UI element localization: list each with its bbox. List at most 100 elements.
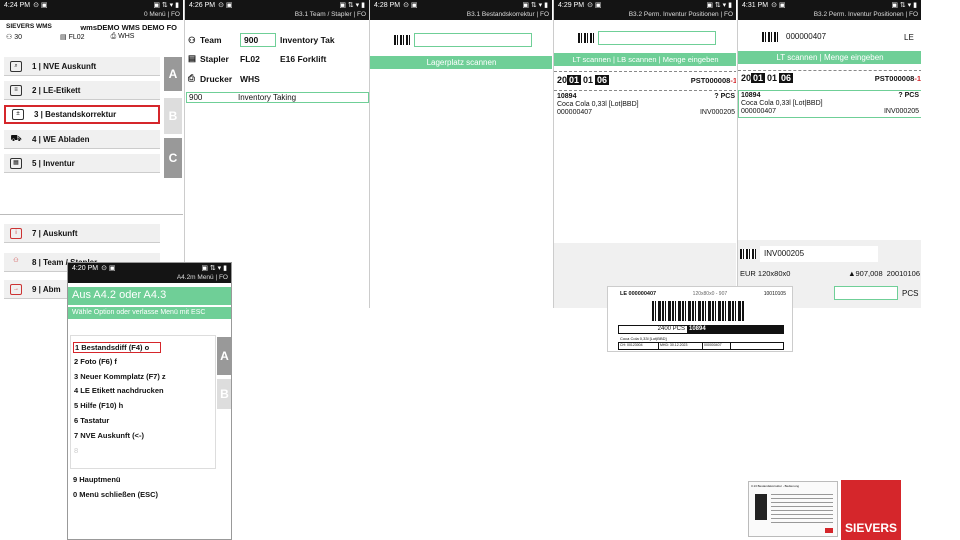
tab-a[interactable]: A (164, 57, 182, 91)
article-number: 10894 (557, 93, 577, 100)
tab-a[interactable]: A (217, 337, 231, 375)
team-input[interactable]: 900 (240, 33, 276, 47)
notification-icon: ⊙ ▣ (771, 2, 786, 9)
status-bar: 4:29 PM ⊙ ▣ ▣ ⇅ ▾ ▮ (554, 0, 736, 10)
app-title: wmsDEMO WMS DEMO FO (80, 23, 177, 32)
pst-number: PST000008 (874, 73, 915, 83)
option-3[interactable]: 3 Neuer Kommplatz (F7) z (74, 372, 166, 381)
hint-bar: Lagerplatz scannen (370, 56, 552, 69)
team-icon: ⚇ (188, 34, 196, 45)
option-5[interactable]: 5 Hilfe (F10) h (74, 401, 123, 410)
inv-field[interactable]: INV000205 (760, 246, 878, 262)
option-9[interactable]: 9 Hauptmenü (73, 475, 121, 484)
barcode-icon (740, 249, 756, 259)
option-0[interactable]: 0 Menü schließen (ESC) (73, 490, 158, 499)
notification-icon: ⊙ ▣ (101, 265, 116, 272)
label-f1: CH: 00123004 (619, 343, 659, 349)
menu-item-inventur[interactable]: ▦ 5 | Inventur (4, 154, 160, 173)
menu-label: 7 | Auskunft (32, 228, 78, 238)
option-7[interactable]: 7 NVE Auskunft (<-) (74, 431, 144, 440)
people-icon: ⚇ (13, 257, 19, 264)
team-value: 30 (14, 34, 23, 41)
info-icon: i (10, 227, 22, 239)
pst-suffix: -1 (914, 73, 921, 83)
menu-item-we-abladen[interactable]: ⛟ 4 | WE Abladen (4, 130, 160, 149)
scan-input[interactable] (414, 33, 532, 47)
article-desc: Coca Cola 0,33l [Lot|BBD] (741, 100, 823, 107)
menu-item-bestandskorrektur[interactable]: ±3 | Bestandskorrektur (4, 105, 160, 124)
unit: PCS (902, 288, 919, 298)
sievers-logo: SIEVERS (841, 480, 901, 540)
team-list-row[interactable]: 900 Inventory Taking (186, 92, 369, 103)
document-thumbnail: 3.13 Bestandskorrektur - Bedienung (748, 481, 838, 537)
lt-number: 000000407 (557, 109, 593, 116)
option-6[interactable]: 6 Tastatur (74, 416, 109, 425)
position-entry[interactable]: 10894 ? PCS Coca Cola 0,33l [Lot|BBD] 000… (557, 93, 735, 117)
label-f2: MHD: 30.12.2023 (659, 343, 703, 349)
menu-item-le-etikett[interactable]: ≡ 2 | LE-Etikett (4, 81, 160, 100)
label-qty: 2400 PCS (657, 326, 685, 332)
barcode-icon (394, 35, 410, 45)
notification-icon: ⊙ ▣ (33, 2, 48, 9)
qty-input[interactable] (834, 286, 898, 300)
printer-icon: ⎙ (188, 73, 195, 83)
row-name: Inventory Taking (238, 93, 297, 102)
stapler-name: E16 Forklift (280, 53, 327, 64)
edit-list-icon: ± (12, 109, 24, 120)
position-entry[interactable]: 10894 ? PCS Coca Cola 0,33l [Lot|BBD] 000… (738, 90, 921, 118)
menu-label: 1 | NVE Auskunft (32, 61, 97, 71)
stapler-icon: ▤ (188, 53, 197, 63)
menu-label: 3 | Bestandskorrektur (34, 110, 117, 119)
status-bar: 4:20 PM ⊙ ▣ ▣ ⇅ ▾ ▮ (68, 263, 231, 273)
signal-icons: ▣ ⇅ ▾ ▮ (891, 2, 917, 9)
header-bar: 0 Menü | FO (0, 10, 183, 20)
scan-input[interactable]: 000000407 (782, 29, 900, 45)
tab-b[interactable]: B (164, 98, 182, 134)
menu-label: 5 | Inventur (32, 158, 75, 168)
menu-item-auskunft[interactable]: i 7 | Auskunft (4, 224, 160, 243)
logo-text: SIEVERS (844, 521, 898, 535)
menu-label: 4 | WE Abladen (32, 134, 90, 144)
thumb-text (771, 494, 833, 524)
header-bar: A4.2m Menü | FO (68, 273, 231, 283)
label-f3: 000000407 (703, 343, 731, 349)
loc-part: 01 (751, 73, 766, 83)
option-1[interactable]: 1 Bestandsdiff (F4) o (73, 342, 161, 353)
barcode-icon (762, 32, 778, 42)
logout-icon: → (10, 283, 22, 295)
pst-suffix: -1 (730, 75, 736, 85)
stapler-label: Stapler (200, 53, 229, 64)
printer-value: WHS (118, 33, 135, 40)
drucker-label: Drucker (200, 73, 233, 84)
thumb-logo (825, 528, 833, 533)
truck-icon: ⛟ (10, 132, 22, 143)
header-bar: B3.2 Perm. Inventur Positionen | FO (738, 10, 921, 20)
brand-label: SIEVERS WMS (6, 23, 52, 30)
date: 20010106 (886, 269, 920, 278)
option-8[interactable]: 8 (74, 446, 78, 455)
popup-menu-screen: 4:20 PM ⊙ ▣ ▣ ⇅ ▾ ▮ A4.2m Menü | FO Aus A4… (67, 262, 232, 540)
grid-icon: ▦ (10, 157, 22, 169)
scan-input[interactable] (598, 31, 716, 45)
menu-label: 2 | LE-Etikett (32, 85, 81, 95)
time: 4:29 PM (558, 1, 585, 9)
time: 4:26 PM (189, 1, 216, 9)
option-4[interactable]: 4 LE Etikett nachdrucken (74, 386, 164, 395)
loc-part: 06 (779, 73, 794, 83)
tab-b[interactable]: B (217, 379, 231, 409)
hint-bar: LT scannen | LB scannen | Menge eingeben (554, 53, 736, 66)
row-id: 900 (189, 93, 203, 102)
tab-c[interactable]: C (164, 138, 182, 178)
drucker-value: WHS (240, 73, 260, 84)
menu-item-nve[interactable]: ⌕ 1 | NVE Auskunft (4, 57, 160, 76)
label-barcode (652, 301, 744, 321)
time: 4:24 PM (4, 1, 31, 9)
header-bar: B3.1 Bestandskorrektur | FO (370, 10, 552, 20)
time: 4:31 PM (742, 1, 769, 9)
signal-icons: ▣ ⇅ ▾ ▮ (153, 2, 179, 9)
inv-number: INV000205 (699, 109, 735, 116)
option-2[interactable]: 2 Foto (F6) f (74, 357, 117, 366)
pallet-type: EUR 120x80x0 (740, 269, 791, 278)
team-label: Team (200, 35, 222, 45)
qty: ? PCS (898, 92, 919, 99)
